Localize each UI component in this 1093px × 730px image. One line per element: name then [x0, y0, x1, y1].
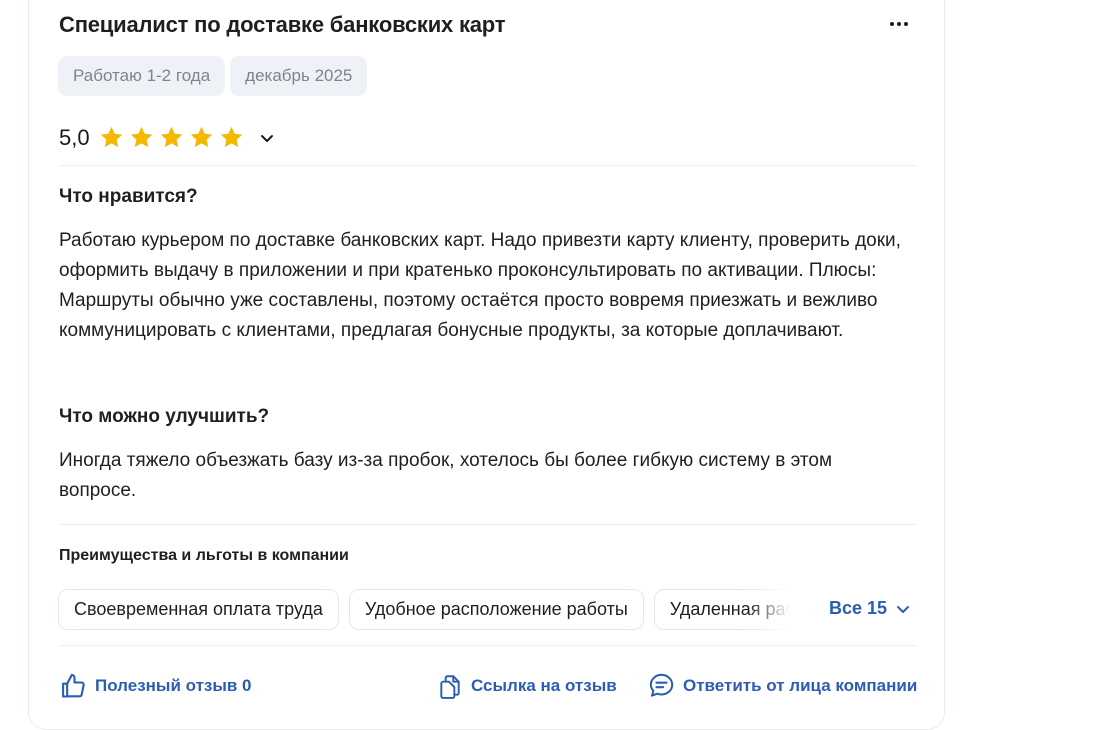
rating-value: 5,0 [59, 124, 90, 150]
thumbs-up-icon [62, 673, 85, 698]
review-link-button[interactable]: Ссылка на отзыв [437, 672, 617, 700]
tag-date: декабрь 2025 [230, 56, 368, 96]
divider [59, 165, 917, 166]
helpful-review-button[interactable]: Полезный отзыв 0 [59, 672, 252, 700]
rating-stars [98, 124, 245, 151]
chat-bubble-icon [649, 673, 674, 697]
show-all-perks-label: Все 15 [829, 598, 888, 618]
chevron-down-icon[interactable] [259, 130, 275, 146]
likes-heading: Что нравится? [59, 186, 198, 207]
perks-list: Своевременная оплата труда Удобное распо… [58, 589, 788, 630]
show-all-perks-button[interactable]: Все 15 [829, 598, 911, 619]
reply-as-company-label: Ответить от лица компании [683, 675, 918, 695]
perk-chip: Своевременная оплата труда [58, 589, 339, 630]
reply-as-company-button[interactable]: Ответить от лица компании [648, 672, 917, 699]
divider [59, 524, 917, 525]
copy-link-icon [440, 675, 460, 699]
perk-chip: Удобное расположение работы [348, 589, 644, 630]
chevron-down-icon [897, 605, 910, 613]
divider [59, 645, 917, 646]
star-icon [130, 126, 152, 148]
perks-fade [748, 589, 790, 630]
review-link-label: Ссылка на отзыв [471, 676, 617, 695]
rating: 5,0 [59, 124, 275, 151]
perks-heading: Преимущества и льготы в компании [59, 547, 349, 564]
helpful-review-label: Полезный отзыв 0 [95, 676, 252, 695]
more-options-icon[interactable] [884, 14, 914, 34]
star-icon [160, 126, 182, 148]
review-tags: Работаю 1-2 года декабрь 2025 [58, 56, 368, 96]
tag-experience: Работаю 1-2 года [58, 56, 226, 96]
improve-text: Иногда тяжело объезжать базу из-за пробо… [59, 450, 833, 501]
likes-text: Работаю курьером по доставке банковских … [59, 230, 901, 341]
review-title: Специалист по доставке банковских карт [59, 12, 506, 37]
star-icon [190, 126, 212, 148]
star-icon [220, 126, 242, 148]
star-icon [100, 126, 122, 148]
improve-heading: Что можно улучшить? [59, 406, 270, 427]
